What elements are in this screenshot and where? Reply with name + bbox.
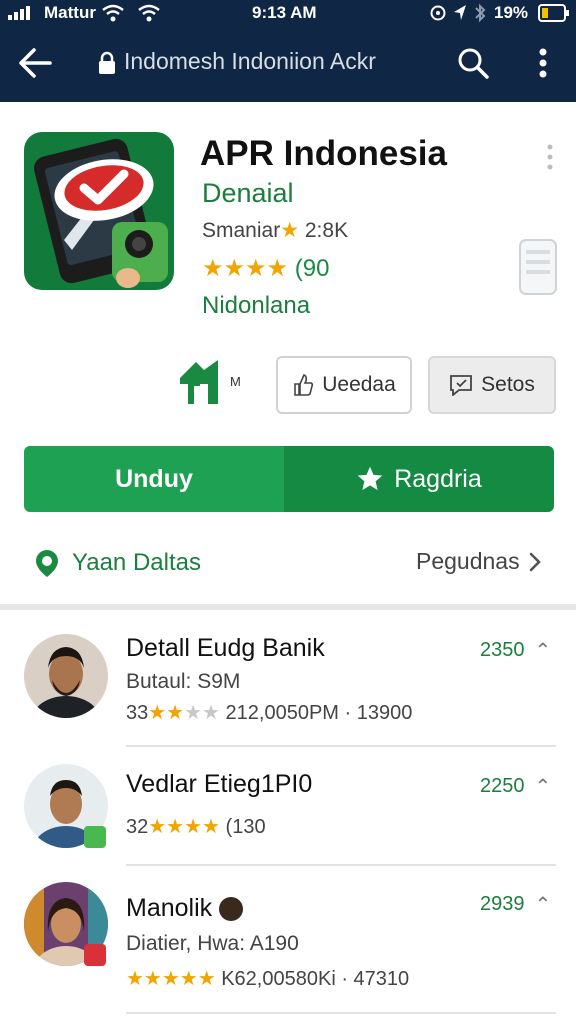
chevron-right-icon: [529, 552, 541, 571]
app-rating: ★★★★ (90: [202, 254, 329, 283]
list-divider: [126, 745, 556, 747]
battery-percent: 19%: [494, 3, 529, 22]
battery-icon: [538, 4, 569, 22]
list-item[interactable]: Detall Eudg Banik Butaul: S9M 33★★★★ 212…: [0, 628, 576, 746]
content-rating-icon: [180, 360, 218, 404]
url-field[interactable]: Indomesh Indoniion Ackr: [124, 48, 376, 75]
youtube-badge-icon: [84, 944, 106, 966]
rating-text: 212,0050PM · 13900: [225, 702, 413, 724]
list-divider: [126, 1012, 556, 1014]
rating-prefix: 32: [126, 816, 149, 838]
app-meta: Smaniar★ 2:8K: [202, 218, 348, 243]
message-icon: [450, 375, 473, 396]
share-button[interactable]: Ueedaa: [276, 356, 412, 414]
count-value: 2939: [480, 893, 525, 915]
star-icon: ★★★★: [148, 816, 220, 838]
reviews-link[interactable]: Pegudnas: [416, 548, 542, 575]
details-link[interactable]: Yaan Daltas: [32, 548, 201, 578]
device-icon: [519, 239, 557, 295]
location-icon: [454, 5, 466, 20]
app-title: APR Indonesia: [200, 134, 447, 173]
developer-name[interactable]: Denaial: [202, 178, 294, 209]
status-bar: Mattur 9:13 AM 19%: [0, 0, 576, 26]
reviews-link-label: Pegudnas: [416, 548, 520, 574]
review-subtitle: Diatier, Hwa: A190: [126, 932, 299, 955]
verified-badge-icon: [84, 826, 106, 848]
settings-button-label: Setos: [481, 373, 535, 396]
clock: 9:13 AM: [252, 3, 317, 22]
details-link-label: Yaan Daltas: [72, 549, 201, 576]
review-count[interactable]: 2350 ⌃: [480, 638, 551, 663]
alarm-icon: [430, 5, 446, 21]
wifi-icon: [138, 4, 160, 22]
settings-button[interactable]: Setos: [428, 356, 556, 414]
star-empty-icon: ★★: [184, 702, 220, 724]
content-rating-label: M: [230, 374, 241, 389]
wishlist-button[interactable]: Ragdria: [284, 446, 554, 512]
more-options-icon[interactable]: [528, 44, 558, 82]
install-button[interactable]: Unduy: [24, 446, 284, 512]
rating-text: (130: [225, 816, 266, 838]
chevron-up-icon: ⌃: [534, 894, 552, 916]
carrier-label: Mattur: [44, 3, 96, 22]
location-pin-icon: [36, 550, 58, 577]
meta-count: 2:8K: [304, 219, 349, 242]
back-arrow-icon[interactable]: [16, 44, 54, 82]
review-count[interactable]: 2939 ⌃: [480, 892, 551, 917]
share-button-label: Ueedaa: [322, 373, 396, 396]
star-icon: ★★★★★: [126, 968, 216, 990]
star-icon: ★: [280, 219, 300, 242]
app-region: Nidonlana: [202, 292, 311, 319]
review-count[interactable]: 2250 ⌃: [480, 774, 551, 799]
list-item[interactable]: Vedlar Etieg1PI0 32★★★★ (130 2250 ⌃: [0, 760, 576, 878]
meta-label: Smaniar: [202, 219, 281, 242]
install-button-label: Unduy: [115, 464, 193, 493]
star-icon: ★★★★: [202, 255, 289, 282]
rating-text: K62,00580Ki · 47310: [221, 968, 410, 990]
bluetooth-icon: [475, 3, 486, 23]
section-divider: [0, 604, 576, 610]
search-icon[interactable]: [454, 44, 492, 82]
thumbs-up-icon: [294, 374, 314, 396]
emoji-icon: [219, 897, 244, 922]
chevron-up-icon: ⌃: [534, 776, 552, 798]
browser-toolbar: Indomesh Indoniion Ackr: [0, 26, 576, 102]
wifi-icon: [102, 4, 124, 22]
count-value: 2350: [480, 639, 525, 661]
signal-icon: [8, 6, 30, 20]
rating-text: (90: [294, 255, 330, 282]
app-icon: [24, 132, 174, 290]
action-bar: Unduy Ragdria: [24, 446, 554, 512]
star-icon: [357, 466, 383, 491]
review-author: Vedlar Etieg1PI0: [126, 770, 313, 798]
chevron-up-icon: ⌃: [534, 640, 552, 662]
avatar: [24, 634, 108, 718]
review-rating: 32★★★★ (130: [126, 814, 266, 839]
review-subtitle: Butaul: S9M: [126, 670, 241, 693]
list-item[interactable]: Manolik Diatier, Hwa: A190 ★★★★★ K62,005…: [0, 880, 576, 998]
list-divider: [126, 864, 556, 866]
review-author: Manolik: [126, 894, 213, 922]
review-rating: 33★★★★ 212,0050PM · 13900: [126, 700, 412, 725]
count-value: 2250: [480, 775, 525, 797]
star-icon: ★★: [148, 702, 185, 724]
wishlist-button-label: Ragdria: [394, 464, 482, 493]
review-author-row: Manolik: [126, 894, 244, 923]
lock-icon: [99, 51, 115, 74]
review-rating: ★★★★★ K62,00580Ki · 47310: [126, 966, 409, 991]
review-author: Detall Eudg Banik: [126, 634, 325, 662]
more-options-icon[interactable]: [540, 142, 560, 172]
rating-prefix: 33: [126, 702, 149, 724]
